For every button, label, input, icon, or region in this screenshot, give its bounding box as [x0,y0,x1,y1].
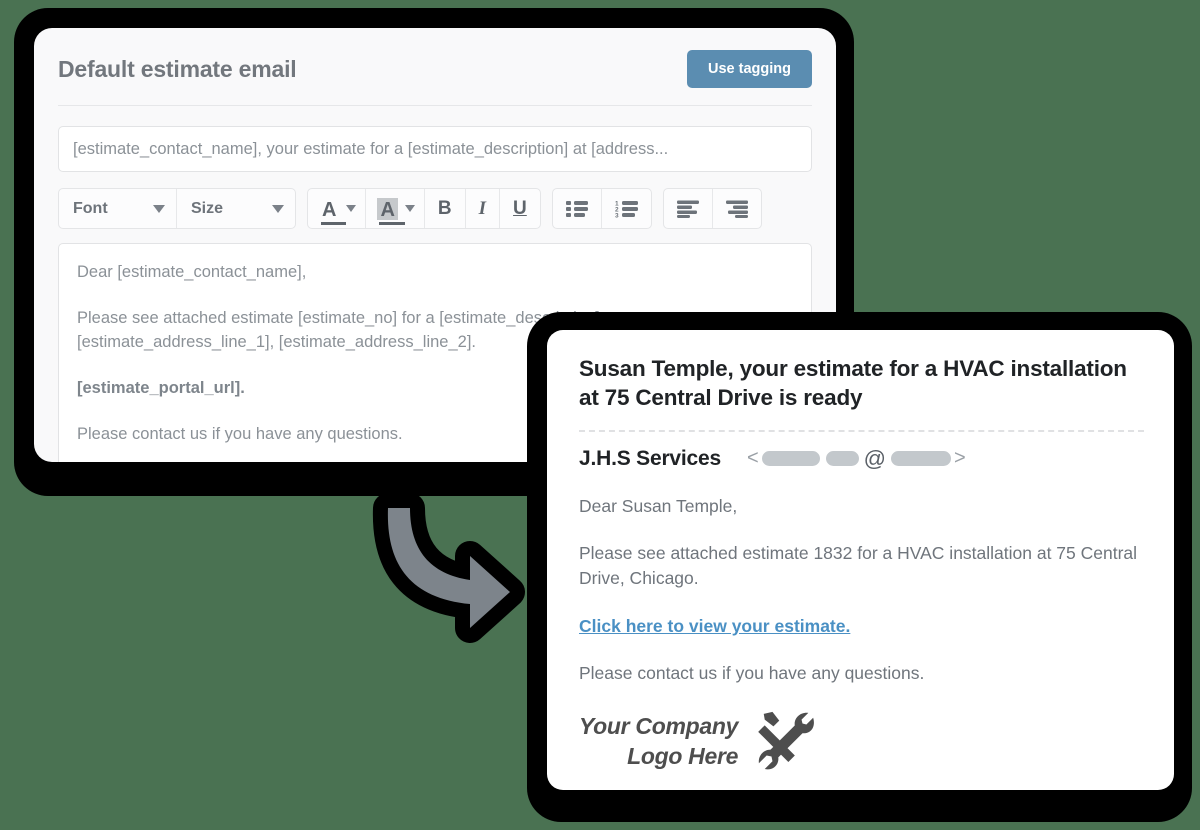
bold-button[interactable]: B [425,189,466,228]
preview-body: Dear Susan Temple, Please see attached e… [579,494,1144,687]
preview-link-row: Click here to view your estimate. [579,614,1144,639]
preview-subject: Susan Temple, your estimate for a HVAC i… [579,356,1127,410]
font-family-select[interactable]: Font [59,189,177,228]
toolbar-group-selects: Font Size [58,188,296,229]
numbered-list-icon: 1 2 3 [615,200,638,218]
toolbar-group-format: A A B I U [307,188,541,229]
bullet-list-icon [565,200,588,217]
preview-sender-row: J.H.S Services < @ > [579,446,1144,472]
chevron-down-icon [272,204,284,213]
subject-input[interactable]: [estimate_contact_name], your estimate f… [58,126,812,172]
email-preview-panel: Susan Temple, your estimate for a HVAC i… [527,312,1192,822]
editor-toolbar: Font Size A A B I U 1 2 3 [58,188,812,229]
italic-button[interactable]: I [466,189,501,228]
align-right-button[interactable] [713,189,761,228]
chevron-down-icon [153,204,165,213]
email-at-symbol: @ [863,445,886,471]
use-tagging-button[interactable]: Use tagging [687,50,812,88]
editor-header: Default estimate email Use tagging [58,50,812,106]
font-family-label: Font [73,199,108,217]
bold-icon: B [437,197,452,219]
underline-button[interactable]: U [500,189,540,228]
view-estimate-link[interactable]: Click here to view your estimate. [579,616,850,636]
text-color-letter: A [322,198,337,221]
company-logo-line1: Your Company [579,713,739,740]
align-left-button[interactable] [664,189,713,228]
body-greeting: Dear [estimate_contact_name], [77,263,307,281]
highlight-color-underline-bar [379,221,405,225]
italic-icon: I [478,197,487,219]
svg-text:3: 3 [615,212,619,217]
company-logo-line2: Logo Here [627,742,739,769]
curved-arrow [358,470,538,650]
email-redaction-pill-2 [825,451,859,467]
toolbar-group-align [662,188,762,229]
wrench-screwdriver-icon-wrap [756,708,818,775]
email-open-angle: < [746,447,759,470]
text-color-icon: A [319,198,347,225]
chevron-down-icon [404,205,415,212]
toolbar-group-lists: 1 2 3 [551,188,652,229]
company-logo: Your Company Logo Here [579,708,1144,775]
email-close-angle: > [954,447,966,470]
preview-greeting: Dear Susan Temple, [579,495,738,516]
preview-divider [579,429,1144,432]
preview-sender-email-redacted: < @ > [747,446,966,472]
numbered-list-button[interactable]: 1 2 3 [602,189,651,228]
text-color-underline-bar [321,221,347,225]
highlight-color-icon: A [377,197,405,225]
align-right-icon [725,200,748,218]
email-redaction-pill-3 [891,451,951,467]
preview-paragraph: Please see attached estimate 1832 for a … [579,542,1138,589]
underline-icon: U [513,197,527,219]
page-title: Default estimate email [58,55,297,82]
curved-arrow-icon [372,493,525,643]
font-size-select[interactable]: Size [177,189,295,228]
preview-closing: Please contact us if you have any questi… [579,663,925,684]
wrench-screwdriver-icon [758,712,815,770]
align-left-icon [676,200,699,218]
chevron-down-icon [346,205,357,212]
email-redaction-pill-1 [761,451,820,467]
highlight-color-button[interactable]: A [366,189,425,228]
text-color-button[interactable]: A [308,189,367,228]
bullet-list-button[interactable] [553,189,602,228]
email-preview-body: Susan Temple, your estimate for a HVAC i… [547,330,1174,790]
font-size-label: Size [191,199,224,217]
company-logo-text: Your Company Logo Here [579,712,738,772]
preview-sender-name: J.H.S Services [579,446,721,470]
highlight-color-letter: A [380,198,395,221]
